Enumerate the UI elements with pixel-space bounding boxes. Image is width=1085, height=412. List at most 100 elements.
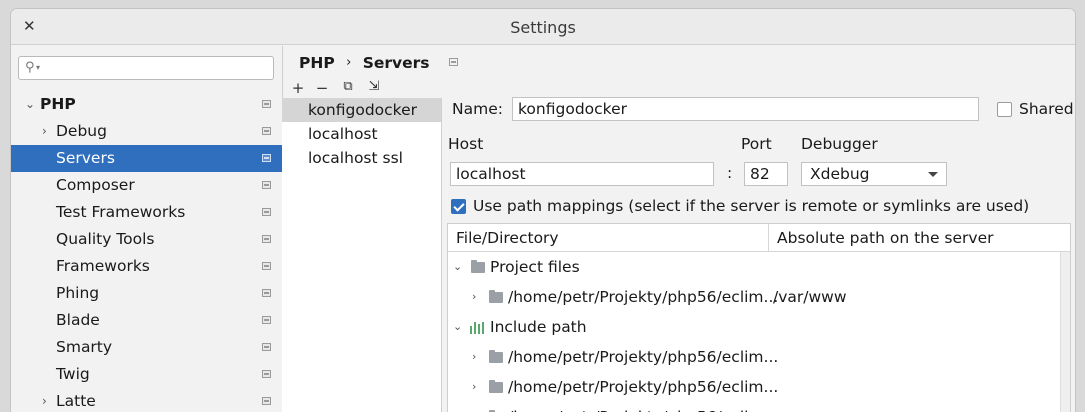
copy-server-button[interactable]: ⧉ <box>339 79 357 94</box>
shared-checkbox[interactable] <box>997 102 1012 117</box>
sidebar-item-label: Frameworks <box>56 257 150 275</box>
sidebar-item-test-frameworks[interactable]: Test Frameworks <box>11 199 282 226</box>
sidebar-item-servers[interactable]: Servers <box>11 145 282 172</box>
mapping-local-path: /home/petr/Projekty/php56/eclim... <box>508 378 779 396</box>
folder-icon <box>471 260 485 273</box>
folder-icon <box>489 350 503 363</box>
folder-icon <box>489 380 503 393</box>
sidebar-item-debug[interactable]: › Debug <box>11 118 282 145</box>
sidebar-item-label: PHP <box>40 95 76 113</box>
search-options-icon[interactable]: ▾ <box>36 63 40 72</box>
sidebar-item-php[interactable]: ⌄ PHP <box>11 91 282 118</box>
sidebar-item-phing[interactable]: Phing <box>11 280 282 307</box>
server-item-konfigodocker[interactable]: konfigodocker <box>282 98 441 122</box>
table-row[interactable]: ⌄ Project files <box>448 252 1070 282</box>
server-form: Name: Shared Host Port Debugger : Xdebug… <box>443 79 1075 412</box>
server-item-localhost-ssl[interactable]: localhost ssl <box>282 146 441 170</box>
project-level-icon <box>262 289 271 297</box>
chevron-down-icon[interactable]: ⌄ <box>25 91 35 118</box>
project-level-icon <box>262 343 271 351</box>
chevron-right-icon[interactable]: › <box>42 388 47 412</box>
search-icon: ⚲ <box>25 60 35 75</box>
chevron-right-icon[interactable]: › <box>472 282 476 312</box>
sidebar-item-quality-tools[interactable]: Quality Tools <box>11 226 282 253</box>
host-field[interactable] <box>450 162 714 186</box>
project-level-icon <box>262 100 271 108</box>
sidebar-item-blade[interactable]: Blade <box>11 307 282 334</box>
mapping-local-path: Project files <box>490 258 580 276</box>
search-box[interactable]: ⚲ ▾ <box>18 56 274 80</box>
project-level-icon <box>262 370 271 378</box>
settings-tree: ⌄ PHP › Debug Servers Composer Test Fram… <box>11 91 282 412</box>
sidebar-item-twig[interactable]: Twig <box>11 361 282 388</box>
chevron-right-icon[interactable]: › <box>472 402 476 412</box>
servers-list: konfigodocker localhost localhost ssl <box>282 98 442 412</box>
sidebar-item-label: Twig <box>56 365 90 383</box>
mapping-local-path: /home/petr/Projekty/php56/eclim... <box>508 402 778 412</box>
table-row[interactable]: ⌄ Include path <box>448 312 1070 342</box>
table-row[interactable]: › /home/petr/Projekty/php56/eclim... /va… <box>448 282 1070 312</box>
sidebar-item-frameworks[interactable]: Frameworks <box>11 253 282 280</box>
project-level-icon <box>262 316 271 324</box>
host-label: Host <box>448 135 484 153</box>
chevron-right-icon[interactable]: › <box>472 372 476 402</box>
title-bar: ✕ Settings <box>11 9 1075 45</box>
project-level-icon <box>262 397 271 405</box>
search-input[interactable] <box>47 59 267 77</box>
sidebar-item-label: Quality Tools <box>56 230 155 248</box>
breadcrumb-separator: › <box>346 55 352 70</box>
shared-label: Shared <box>1019 100 1074 118</box>
name-label: Name: <box>452 100 503 118</box>
mapping-local-path: Include path <box>490 318 587 336</box>
debugger-select[interactable]: Xdebug <box>801 162 947 186</box>
table-scrollbar[interactable] <box>1060 252 1070 412</box>
remove-server-button[interactable]: − <box>313 79 331 97</box>
chevron-right-icon[interactable]: › <box>472 342 476 372</box>
chevron-down-icon[interactable]: ⌄ <box>453 312 462 342</box>
port-field[interactable] <box>744 162 788 186</box>
column-header-file[interactable]: File/Directory <box>448 224 768 252</box>
table-row[interactable]: › /home/petr/Projekty/php56/eclim... <box>448 402 1070 412</box>
sidebar-item-composer[interactable]: Composer <box>11 172 282 199</box>
chevron-down-icon[interactable]: ⌄ <box>453 252 462 282</box>
library-icon <box>469 322 485 334</box>
mapping-server-path[interactable]: /var/www <box>773 282 847 312</box>
table-header: File/Directory Absolute path on the serv… <box>448 224 1070 252</box>
chevron-right-icon[interactable]: › <box>42 118 47 145</box>
host-port-separator: : <box>727 164 733 182</box>
mapping-local-path: /home/petr/Projekty/php56/eclim... <box>508 288 779 306</box>
breadcrumb-current: Servers <box>362 53 430 72</box>
sidebar-item-label: Servers <box>56 149 115 167</box>
sidebar-item-label: Phing <box>56 284 100 302</box>
project-level-icon <box>262 127 271 135</box>
breadcrumb: PHP › Servers <box>299 53 458 75</box>
port-label: Port <box>741 135 772 153</box>
path-mappings-checkbox[interactable] <box>451 199 466 214</box>
import-server-button[interactable]: ⇲ <box>365 79 383 94</box>
sidebar-item-label: Debug <box>56 122 107 140</box>
settings-window: ✕ Settings ⚲ ▾ ⌄ PHP › Debug Servers Com… <box>10 8 1076 412</box>
server-item-localhost[interactable]: localhost <box>282 122 441 146</box>
settings-sidebar: ⚲ ▾ ⌄ PHP › Debug Servers Composer Test … <box>11 46 283 412</box>
table-row[interactable]: › /home/petr/Projekty/php56/eclim... <box>448 342 1070 372</box>
sidebar-item-label: Test Frameworks <box>56 203 186 221</box>
project-level-icon <box>262 235 271 243</box>
sidebar-item-label: Blade <box>56 311 100 329</box>
table-row[interactable]: › /home/petr/Projekty/php56/eclim... <box>448 372 1070 402</box>
column-header-server-path[interactable]: Absolute path on the server <box>768 224 1060 252</box>
dropdown-arrow-icon <box>928 172 938 177</box>
breadcrumb-parent[interactable]: PHP <box>299 54 335 72</box>
project-level-icon <box>262 262 271 270</box>
path-mappings-table: File/Directory Absolute path on the serv… <box>447 223 1071 412</box>
project-level-icon <box>262 181 271 189</box>
add-server-button[interactable]: + <box>289 79 307 97</box>
debugger-label: Debugger <box>801 135 878 153</box>
sidebar-item-smarty[interactable]: Smarty <box>11 334 282 361</box>
project-level-icon <box>448 57 458 66</box>
folder-icon <box>489 290 503 303</box>
debugger-value: Xdebug <box>810 165 870 183</box>
project-level-icon <box>262 154 271 162</box>
sidebar-item-label: Composer <box>56 176 135 194</box>
sidebar-item-latte[interactable]: › Latte <box>11 388 282 412</box>
name-field[interactable] <box>512 97 979 121</box>
